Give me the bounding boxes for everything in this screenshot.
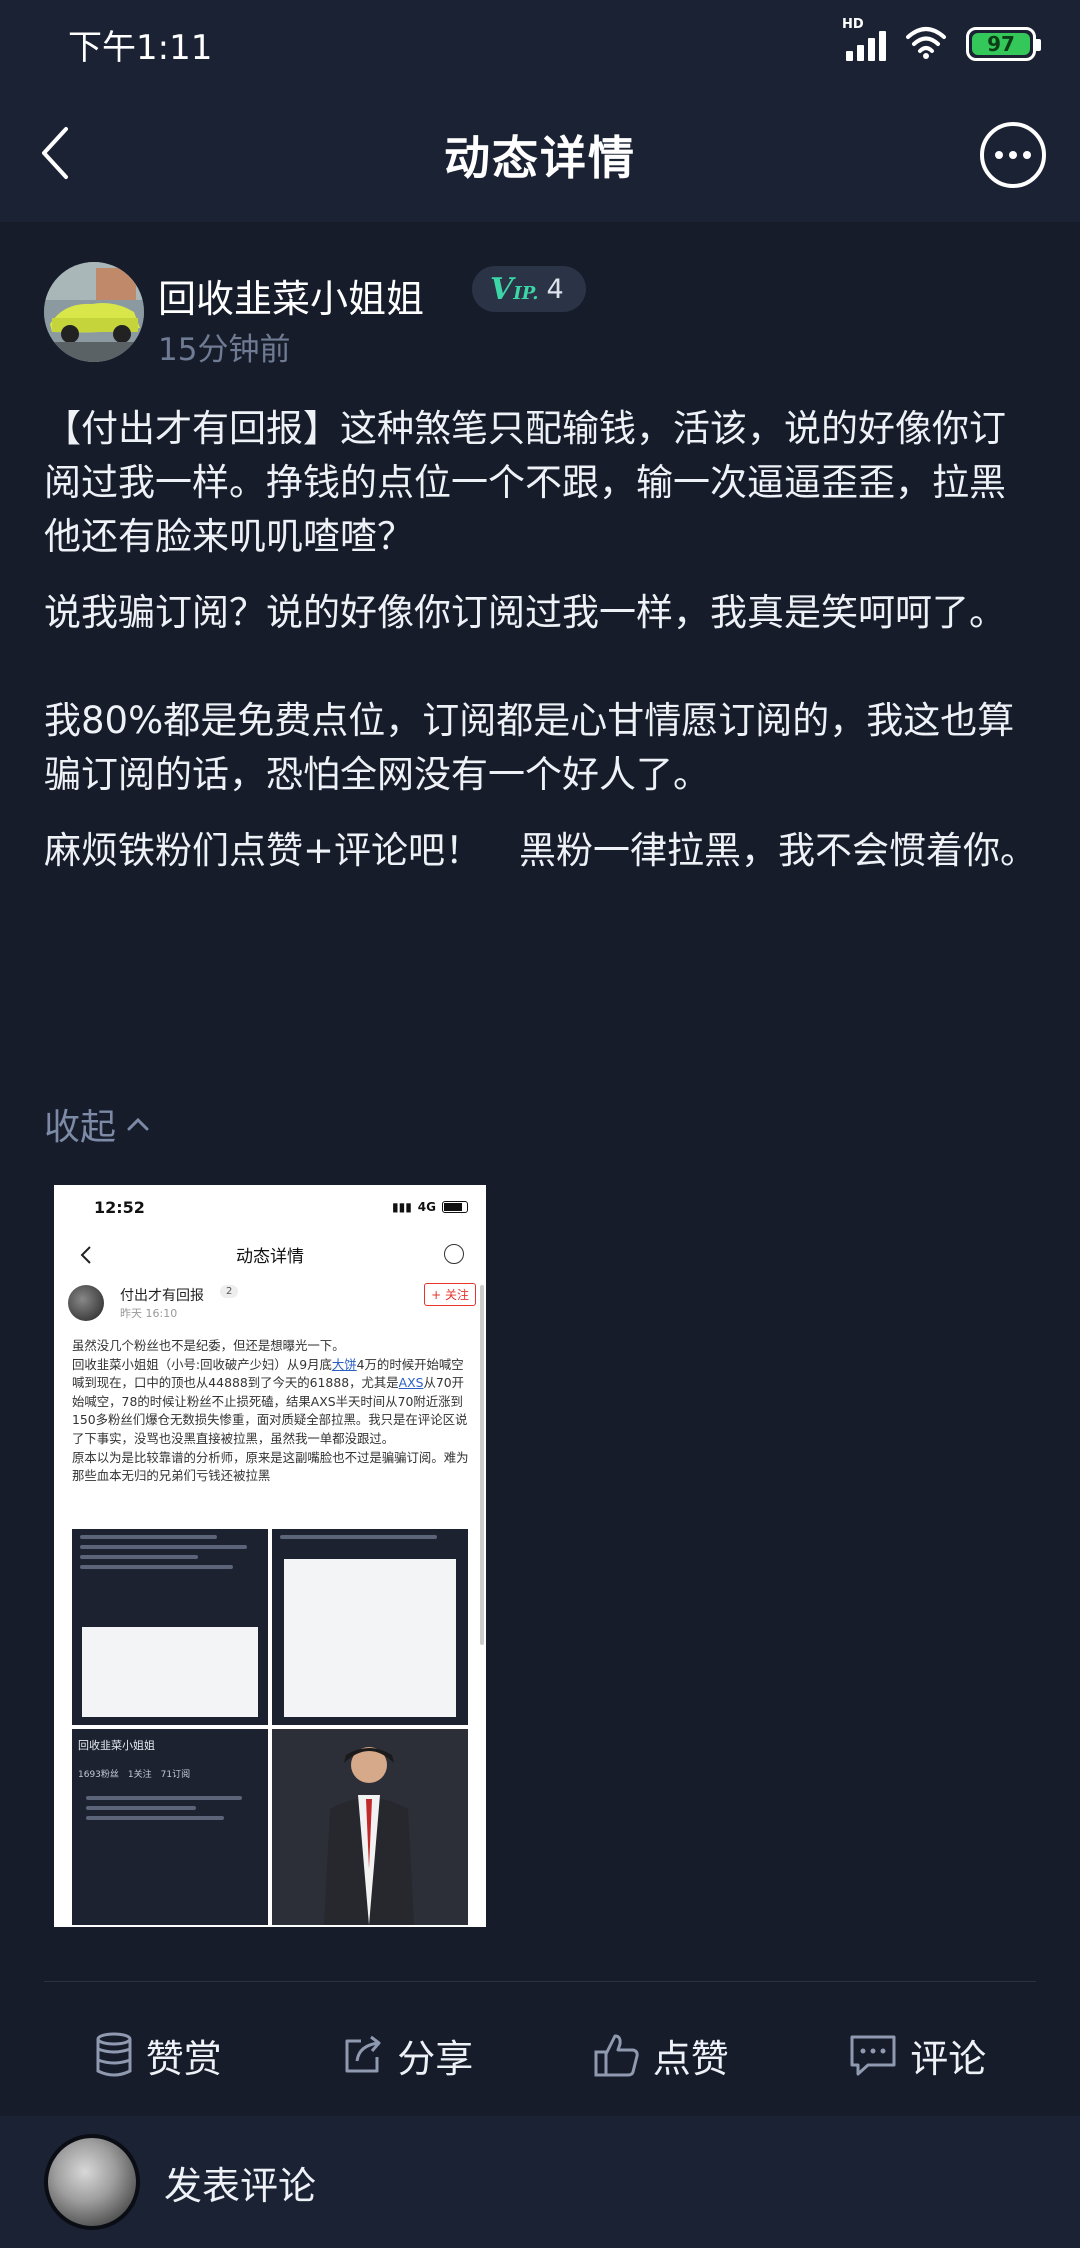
- thumbs-up-icon: [593, 2032, 641, 2078]
- status-time: 下午1:11: [68, 27, 213, 68]
- like-button[interactable]: 点赞: [593, 2028, 729, 2083]
- embedded-grid-image: [272, 1729, 468, 1925]
- share-button[interactable]: 分享: [341, 2028, 473, 2083]
- comment-button[interactable]: 评论: [848, 2028, 986, 2083]
- page-title: 动态详情: [444, 131, 636, 185]
- post-time: 15分钟前: [158, 332, 291, 368]
- more-button[interactable]: [980, 122, 1046, 188]
- vip-icon: VIP.: [490, 271, 539, 307]
- embedded-status-bar: 12:52 ▮▮▮ 4G: [54, 1185, 486, 1229]
- embedded-post-time: 昨天 16:10: [120, 1307, 178, 1320]
- chevron-up-icon: [127, 1117, 149, 1131]
- action-label: 点赞: [652, 2036, 729, 2081]
- post-body: 【付出才有回报】这种煞笔只配输钱，活该，说的好像你订阅过我一样。挣钱的点位一个不…: [44, 402, 1040, 900]
- embedded-grid-image: [272, 1529, 468, 1725]
- post-paragraph: 麻烦铁粉们点赞+评论吧！ 黑粉一律拉黑，我不会惯着你。: [44, 829, 1038, 872]
- post-image[interactable]: 12:52 ▮▮▮ 4G 动态详情 付出才有回报 2 昨天 16:10 + 关注…: [54, 1185, 486, 1927]
- status-icons: HD 97: [842, 17, 1041, 63]
- embedded-grid-image: 回收韭菜小姐姐 1693粉丝 1关注 71订阅: [72, 1729, 268, 1925]
- battery-icon: 97: [966, 27, 1041, 61]
- action-label: 分享: [397, 2036, 474, 2081]
- back-button[interactable]: [40, 118, 100, 188]
- embedded-vip: 2: [220, 1285, 239, 1298]
- embedded-signal-icon: ▮▮▮: [391, 1200, 412, 1214]
- reward-button[interactable]: 赞赏: [94, 2028, 222, 2083]
- embedded-nav: 动态详情: [54, 1229, 486, 1279]
- embedded-scrollbar: [480, 1285, 484, 1645]
- embedded-text-line: 回收韭菜小姐姐（小号:回收破产少妇）从9月底: [72, 1356, 332, 1372]
- vip-badge: VIP. 4: [472, 266, 586, 312]
- more-dots-icon: [995, 151, 1003, 159]
- battery-level: 97: [972, 32, 1030, 56]
- embedded-profile-stats: 1693粉丝 1关注 71订阅: [78, 1770, 191, 1780]
- embedded-title: 动态详情: [236, 1246, 304, 1267]
- chevron-left-icon: [42, 127, 68, 179]
- comment-bar: 发表评论: [0, 2116, 1080, 2248]
- embedded-time: 12:52: [94, 1197, 145, 1217]
- embedded-text-line: 虽然没几个粉丝也不是纪委，但还是想曝光一下。: [72, 1338, 345, 1353]
- embedded-author-name: 付出才有回报: [120, 1288, 204, 1304]
- embedded-profile-name: 回收韭菜小姐姐: [78, 1739, 155, 1752]
- comment-icon: [848, 2033, 898, 2077]
- action-bar: 赞赏 分享 点赞 评论: [0, 2010, 1080, 2100]
- collapse-label: 收起: [44, 1107, 117, 1148]
- embedded-more-icon: [444, 1244, 464, 1264]
- action-label: 赞赏: [145, 2036, 222, 2081]
- embedded-network: 4G: [417, 1200, 436, 1214]
- embedded-avatar: [68, 1285, 104, 1321]
- collapse-button[interactable]: 收起: [44, 1098, 150, 1150]
- wifi-icon: [904, 25, 948, 63]
- embedded-text-link: 大饼: [331, 1356, 357, 1372]
- action-label: 评论: [910, 2036, 987, 2081]
- nav-bar: 动态详情: [0, 88, 1080, 222]
- vip-level: 4: [546, 273, 564, 305]
- embedded-follow-button: + 关注: [424, 1283, 476, 1306]
- status-bar: 下午1:11 HD 97: [0, 0, 1080, 88]
- embedded-text-line: 原本以为是比较靠谱的分析师，原来是这副嘴脸也不过是骗骗订阅。难为那些血本无归的兄…: [72, 1449, 469, 1484]
- post-paragraph: 我80%都是免费点位，订阅都是心甘情愿订阅的，我这也算骗订阅的话，恐怕全网没有一…: [44, 699, 1015, 796]
- network-label: HD: [842, 17, 864, 32]
- coin-stack-icon: [94, 2031, 134, 2079]
- comment-input[interactable]: 发表评论: [164, 2155, 316, 2210]
- post-paragraph: 【付出才有回报】这种煞笔只配输钱，活该，说的好像你订阅过我一样。挣钱的点位一个不…: [44, 407, 1006, 558]
- user-avatar: [44, 2134, 140, 2230]
- post-paragraph: 说我骗订阅？说的好像你订阅过我一样，我真是笑呵呵了。: [44, 591, 1006, 634]
- author-avatar[interactable]: [44, 262, 144, 362]
- embedded-back-icon: [80, 1246, 91, 1264]
- embedded-battery-icon: [442, 1201, 468, 1213]
- signal-icon: HD: [842, 17, 886, 61]
- share-icon: [341, 2033, 385, 2077]
- embedded-image-grid: 回收韭菜小姐姐 1693粉丝 1关注 71订阅: [72, 1529, 468, 1927]
- post-header: 回收韭菜小姐姐 VIP. 4 15分钟前: [44, 262, 1044, 368]
- embedded-text: 虽然没几个粉丝也不是纪委，但还是想曝光一下。 回收韭菜小姐姐（小号:回收破产少妇…: [54, 1337, 486, 1486]
- embedded-grid-image: [72, 1529, 268, 1725]
- divider: [44, 1981, 1036, 1982]
- embedded-text-link: AXS: [398, 1375, 424, 1391]
- embedded-author: 付出才有回报 2 昨天 16:10 + 关注: [54, 1279, 486, 1337]
- author-name[interactable]: 回收韭菜小姐姐: [158, 268, 424, 323]
